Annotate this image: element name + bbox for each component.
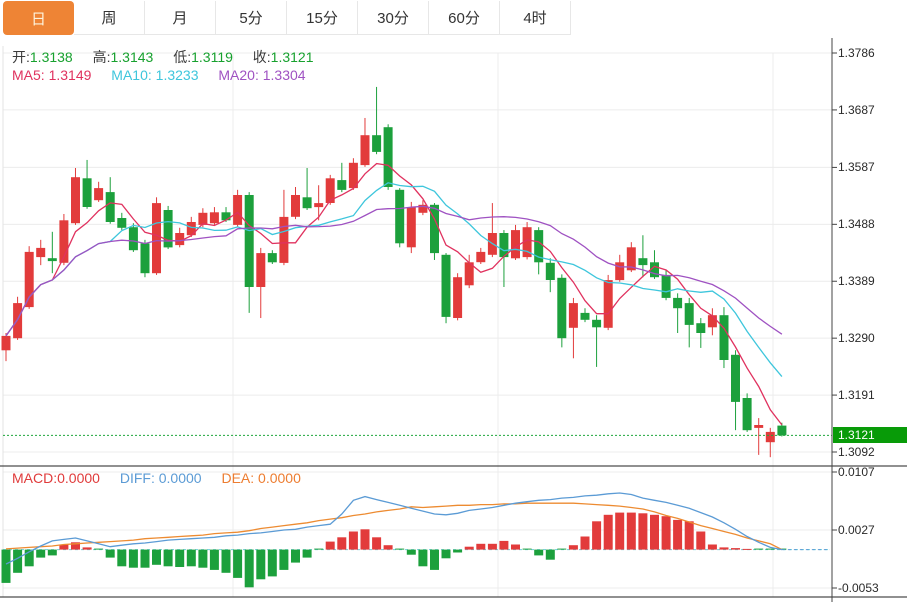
- ma5-label: MA5:: [12, 67, 45, 83]
- kline-app: 日周月5分15分30分60分4时 开:1.3138 高:1.3143 低:1.3…: [0, 0, 907, 602]
- macd-indicator-row: MACD:0.0000 DIFF: 0.0000 DEA: 0.0000: [12, 470, 317, 486]
- macd-value: 0.0000: [57, 470, 100, 486]
- ma10-label: MA10:: [111, 67, 151, 83]
- price-axis-tick: 1.3786: [838, 46, 875, 60]
- price-axis-tick: 1.3191: [838, 388, 875, 402]
- high-value: 1.3143: [111, 49, 154, 65]
- open-value: 1.3138: [30, 49, 73, 65]
- ma20-value: 1.3304: [263, 67, 306, 83]
- timeframe-tab-4时[interactable]: 4时: [500, 1, 571, 35]
- timeframe-tab-日[interactable]: 日: [3, 1, 74, 35]
- dea-label: DEA:: [221, 470, 254, 486]
- low-label: 低:: [173, 49, 191, 65]
- price-axis-tick: 1.3290: [838, 331, 875, 345]
- ma-row: MA5: 1.3149 MA10: 1.3233 MA20: 1.3304: [12, 67, 322, 83]
- timeframe-tab-周[interactable]: 周: [74, 1, 145, 35]
- timeframe-tab-5分[interactable]: 5分: [216, 1, 287, 35]
- high-label: 高:: [93, 49, 111, 65]
- macd-label: MACD:: [12, 470, 57, 486]
- price-axis-tick: 1.3488: [838, 217, 875, 231]
- diff-label: DIFF:: [120, 470, 155, 486]
- dea-value: 0.0000: [258, 470, 301, 486]
- kline-chart-canvas[interactable]: [0, 0, 907, 602]
- price-axis-tick: 1.3092: [838, 445, 875, 459]
- ohlc-row: 开:1.3138 高:1.3143 低:1.3119 收:1.3121: [12, 47, 330, 67]
- price-axis-tick: 1.3587: [838, 160, 875, 174]
- price-axis-tick: 1.3687: [838, 103, 875, 117]
- timeframe-tab-月[interactable]: 月: [145, 1, 216, 35]
- low-value: 1.3119: [191, 49, 233, 65]
- last-price-badge: 1.3121: [833, 427, 907, 443]
- diff-value: 0.0000: [159, 470, 202, 486]
- price-axis-tick: 1.3389: [838, 274, 875, 288]
- ma5-value: 1.3149: [49, 67, 92, 83]
- macd-axis-tick: -0.0053: [838, 581, 879, 595]
- timeframe-tab-15分[interactable]: 15分: [287, 1, 358, 35]
- ma20-label: MA20:: [218, 67, 258, 83]
- timeframe-tab-60分[interactable]: 60分: [429, 1, 500, 35]
- macd-axis-tick: 0.0027: [838, 523, 875, 537]
- close-value: 1.3121: [271, 49, 314, 65]
- macd-axis-tick: 0.0107: [838, 465, 875, 479]
- close-label: 收:: [253, 49, 271, 65]
- open-label: 开:: [12, 49, 30, 65]
- timeframe-tab-30分[interactable]: 30分: [358, 1, 429, 35]
- timeframe-tabbar: 日周月5分15分30分60分4时: [0, 0, 571, 38]
- ma10-value: 1.3233: [156, 67, 199, 83]
